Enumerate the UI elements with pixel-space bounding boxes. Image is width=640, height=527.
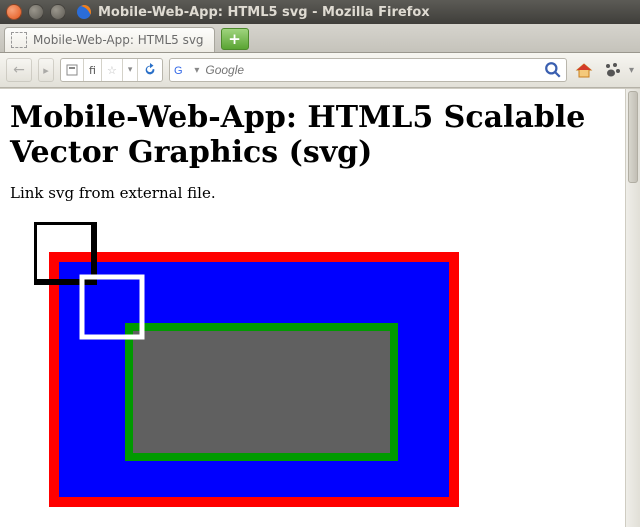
home-button[interactable] xyxy=(573,59,595,81)
tab-active[interactable]: Mobile-Web-App: HTML5 svg xyxy=(4,27,215,52)
window-maximize-button[interactable] xyxy=(50,4,66,20)
search-input[interactable] xyxy=(203,62,544,78)
tab-label: Mobile-Web-App: HTML5 svg xyxy=(33,33,204,47)
nav-toolbar: ← ▸ fi ☆ ▾ G ▾ ▾ xyxy=(0,53,640,88)
url-dropdown-icon[interactable]: ▾ xyxy=(123,59,139,81)
forward-arrow-icon: ▸ xyxy=(43,64,49,77)
addon-dropdown-icon[interactable]: ▾ xyxy=(629,65,634,76)
window-minimize-button[interactable] xyxy=(28,4,44,20)
search-engine-dropdown-icon[interactable]: ▾ xyxy=(194,65,199,76)
tab-favicon xyxy=(11,32,27,48)
url-path: fi xyxy=(84,59,102,81)
window-title: Mobile-Web-App: HTML5 svg - Mozilla Fire… xyxy=(98,5,430,20)
search-box[interactable]: G ▾ xyxy=(169,58,567,82)
svg-inner-rect xyxy=(129,327,394,457)
vertical-scrollbar[interactable] xyxy=(625,89,640,527)
page-identity-icon xyxy=(66,64,78,76)
reload-button[interactable] xyxy=(138,59,162,81)
identity-box[interactable] xyxy=(61,59,84,81)
back-arrow-icon: ← xyxy=(13,62,25,78)
bookmark-star-icon[interactable]: ☆ xyxy=(102,59,123,81)
window-close-button[interactable] xyxy=(6,4,22,20)
page-paragraph: Link svg from external file. xyxy=(10,184,615,202)
window-titlebar: Mobile-Web-App: HTML5 svg - Mozilla Fire… xyxy=(0,0,640,24)
browser-viewport: Mobile-Web-App: HTML5 Scalable Vector Gr… xyxy=(0,88,640,527)
page-content: Mobile-Web-App: HTML5 Scalable Vector Gr… xyxy=(0,89,625,527)
google-icon: G xyxy=(174,62,190,78)
addon-button[interactable] xyxy=(601,59,623,81)
paw-icon xyxy=(603,61,621,79)
new-tab-button[interactable]: + xyxy=(221,28,249,50)
forward-button[interactable]: ▸ xyxy=(38,58,54,82)
reload-icon xyxy=(143,63,157,77)
firefox-icon xyxy=(76,4,92,20)
svg-text:G: G xyxy=(174,65,183,77)
tab-strip: Mobile-Web-App: HTML5 svg + xyxy=(0,24,640,53)
home-icon xyxy=(574,60,594,80)
url-bar[interactable]: fi ☆ ▾ xyxy=(60,58,163,82)
page-heading: Mobile-Web-App: HTML5 Scalable Vector Gr… xyxy=(10,101,615,170)
svg-illustration xyxy=(10,222,615,516)
search-icon[interactable] xyxy=(544,61,562,79)
scrollbar-thumb[interactable] xyxy=(628,91,638,183)
back-button[interactable]: ← xyxy=(6,58,32,82)
